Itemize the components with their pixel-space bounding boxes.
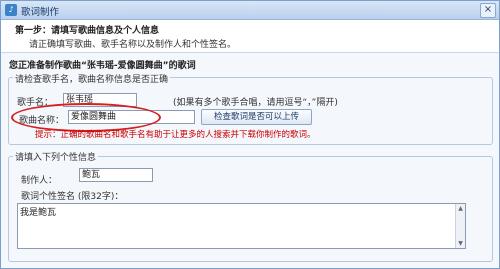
signature-label: 歌词个性签名 (限32字)： xyxy=(21,192,124,202)
lyrics-maker-window: ♪ 歌词制作 × 第一步：请填写歌曲信息及个人信息 请正确填写歌曲、歌手名称以及… xyxy=(0,0,500,269)
producer-input[interactable]: 鲍瓦 xyxy=(79,168,153,182)
lyrics-app-icon: ♪ xyxy=(5,4,17,16)
scroll-down-icon[interactable]: ▼ xyxy=(457,240,464,247)
step-header: 第一步：请填写歌曲信息及个人信息 请正确填写歌曲、歌手名称以及制作人和个性签名。 xyxy=(1,20,499,53)
scroll-up-icon[interactable]: ▲ xyxy=(457,205,464,212)
step-heading: 第一步：请填写歌曲信息及个人信息 xyxy=(15,26,160,36)
personal-info-legend: 请填入下列个性信息 xyxy=(13,150,99,163)
producer-label: 制作人： xyxy=(21,176,58,186)
song-info-legend: 请检查歌手名，歌曲名称信息是否正确 xyxy=(13,72,171,85)
textarea-scrollbar[interactable]: ▲ ▼ xyxy=(455,204,465,248)
window-title: 歌词制作 xyxy=(21,7,60,18)
singer-note: (如果有多个歌手合唱，请用逗号“，”隔开) xyxy=(173,98,338,108)
signature-textarea[interactable]: 我是鲍瓦 ▲ ▼ xyxy=(17,203,466,249)
signature-text: 我是鲍瓦 xyxy=(20,208,57,218)
check-lyrics-button[interactable]: 检查歌词是否可以上传 xyxy=(201,109,312,125)
title-bar[interactable]: ♪ 歌词制作 × xyxy=(1,1,499,20)
step-description: 请正确填写歌曲、歌手名称以及制作人和个性签名。 xyxy=(29,40,237,50)
close-button[interactable]: × xyxy=(480,3,496,18)
intro-text: 您正准备制作歌曲“张韦瑶-爱像圆舞曲”的歌词 xyxy=(9,61,196,71)
hint-text: 提示：正确的歌曲名和歌手名有助于让更多的人搜索并下载你制作的歌词。 xyxy=(35,130,316,140)
